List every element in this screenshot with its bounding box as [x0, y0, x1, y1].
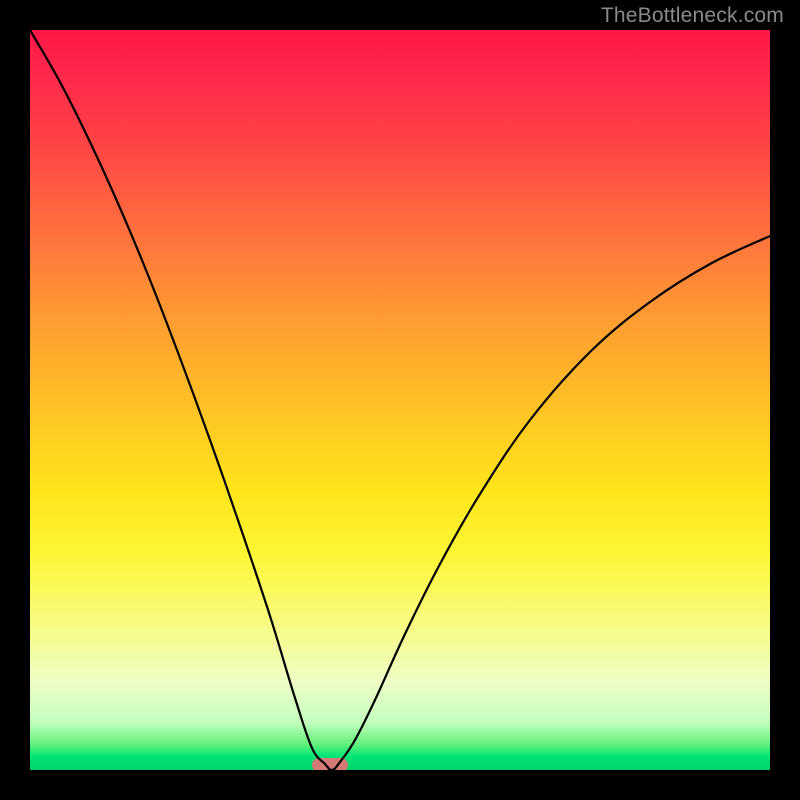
curve-path [30, 30, 770, 770]
bottleneck-curve [30, 30, 770, 770]
chart-frame: TheBottleneck.com [0, 0, 800, 800]
plot-area [30, 30, 770, 770]
watermark-text: TheBottleneck.com [601, 4, 784, 28]
